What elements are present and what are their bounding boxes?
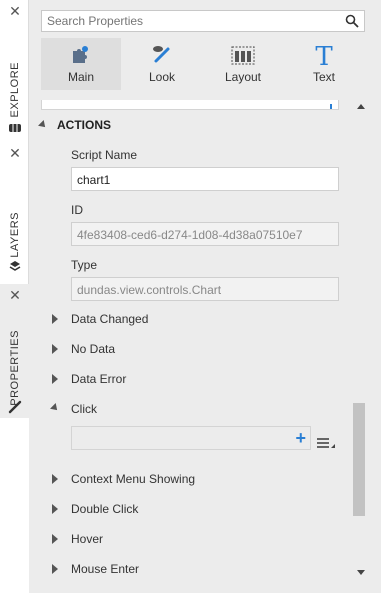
add-icon[interactable]: +	[295, 428, 306, 448]
script-name-input[interactable]: chart1	[71, 167, 339, 191]
tab-text-label: Text	[312, 70, 335, 84]
id-field: 4fe83408-ced6-d274-1d08-4d38a07510e7	[71, 222, 339, 246]
paint-brush-icon	[153, 46, 170, 63]
svg-text:T: T	[315, 43, 333, 67]
event-no-data[interactable]: No Data	[71, 342, 115, 356]
puzzle-icon	[73, 46, 88, 63]
expand-icon[interactable]	[52, 474, 58, 484]
tab-layout[interactable]: Layout	[203, 38, 283, 90]
event-data-error[interactable]: Data Error	[71, 372, 126, 386]
layout-grid-icon	[231, 46, 255, 65]
event-click[interactable]: Click	[71, 402, 97, 416]
text-t-icon: T	[315, 43, 333, 67]
collapse-icon[interactable]	[38, 120, 48, 130]
tab-properties[interactable]: ✕ PROPERTIES	[0, 284, 29, 418]
id-label: ID	[71, 203, 83, 217]
expand-icon[interactable]	[52, 314, 58, 324]
tab-layers[interactable]: ✕ LAYERS	[0, 142, 29, 284]
side-tab-strip: ✕ EXPLORE ✕ LAYERS ✕ PROPERTIES	[0, 0, 29, 593]
properties-panel: Main Look Layout T Text	[29, 0, 381, 593]
tab-explore-label: EXPLORE	[9, 62, 21, 118]
click-handlers-box[interactable]: +	[71, 426, 311, 450]
search-box[interactable]	[41, 10, 365, 32]
scroll-up-icon[interactable]	[357, 104, 365, 109]
search-icon[interactable]	[345, 14, 359, 28]
script-name-label: Script Name	[71, 148, 138, 162]
event-context-menu-showing[interactable]: Context Menu Showing	[71, 472, 195, 486]
database-icon	[9, 124, 21, 132]
menu-icon[interactable]	[316, 435, 336, 451]
layers-icon	[9, 261, 21, 271]
property-tabs: Main Look Layout T Text	[41, 38, 365, 90]
brush-icon	[8, 400, 22, 414]
scroll-down-icon[interactable]	[357, 570, 365, 575]
tab-properties-label: PROPERTIES	[9, 330, 21, 406]
tab-text[interactable]: T Text	[284, 38, 364, 90]
event-data-changed[interactable]: Data Changed	[71, 312, 148, 326]
close-icon[interactable]: ✕	[8, 4, 22, 18]
tab-layers-label: LAYERS	[9, 212, 21, 258]
vertical-scrollbar[interactable]	[351, 96, 373, 581]
section-actions[interactable]: ACTIONS	[38, 118, 111, 132]
close-icon[interactable]: ✕	[8, 288, 22, 302]
tab-main[interactable]: Main	[41, 38, 121, 90]
collapse-icon[interactable]	[50, 403, 60, 413]
section-actions-title: ACTIONS	[57, 118, 111, 132]
properties-list[interactable]: ACTIONS Script Name chart1 ID 4fe83408-c…	[29, 96, 381, 593]
tab-layout-label: Layout	[224, 70, 262, 84]
expand-icon[interactable]	[52, 344, 58, 354]
event-hover[interactable]: Hover	[71, 532, 103, 546]
tab-look[interactable]: Look	[122, 38, 202, 90]
expand-icon[interactable]	[52, 374, 58, 384]
expand-icon[interactable]	[52, 504, 58, 514]
expand-icon[interactable]	[52, 534, 58, 544]
event-double-click[interactable]: Double Click	[71, 502, 138, 516]
scrollbar-thumb[interactable]	[353, 403, 365, 516]
close-icon[interactable]: ✕	[8, 146, 22, 160]
expand-icon[interactable]	[52, 564, 58, 574]
tab-main-label: Main	[67, 70, 94, 84]
tab-look-label: Look	[148, 70, 176, 84]
event-mouse-enter[interactable]: Mouse Enter	[71, 562, 139, 576]
add-icon[interactable]	[330, 104, 332, 109]
search-input[interactable]	[47, 14, 327, 28]
collection-editor-fragment	[41, 100, 339, 110]
type-field: dundas.view.controls.Chart	[71, 277, 339, 301]
tab-explore[interactable]: ✕ EXPLORE	[0, 0, 29, 142]
type-label: Type	[71, 258, 98, 272]
